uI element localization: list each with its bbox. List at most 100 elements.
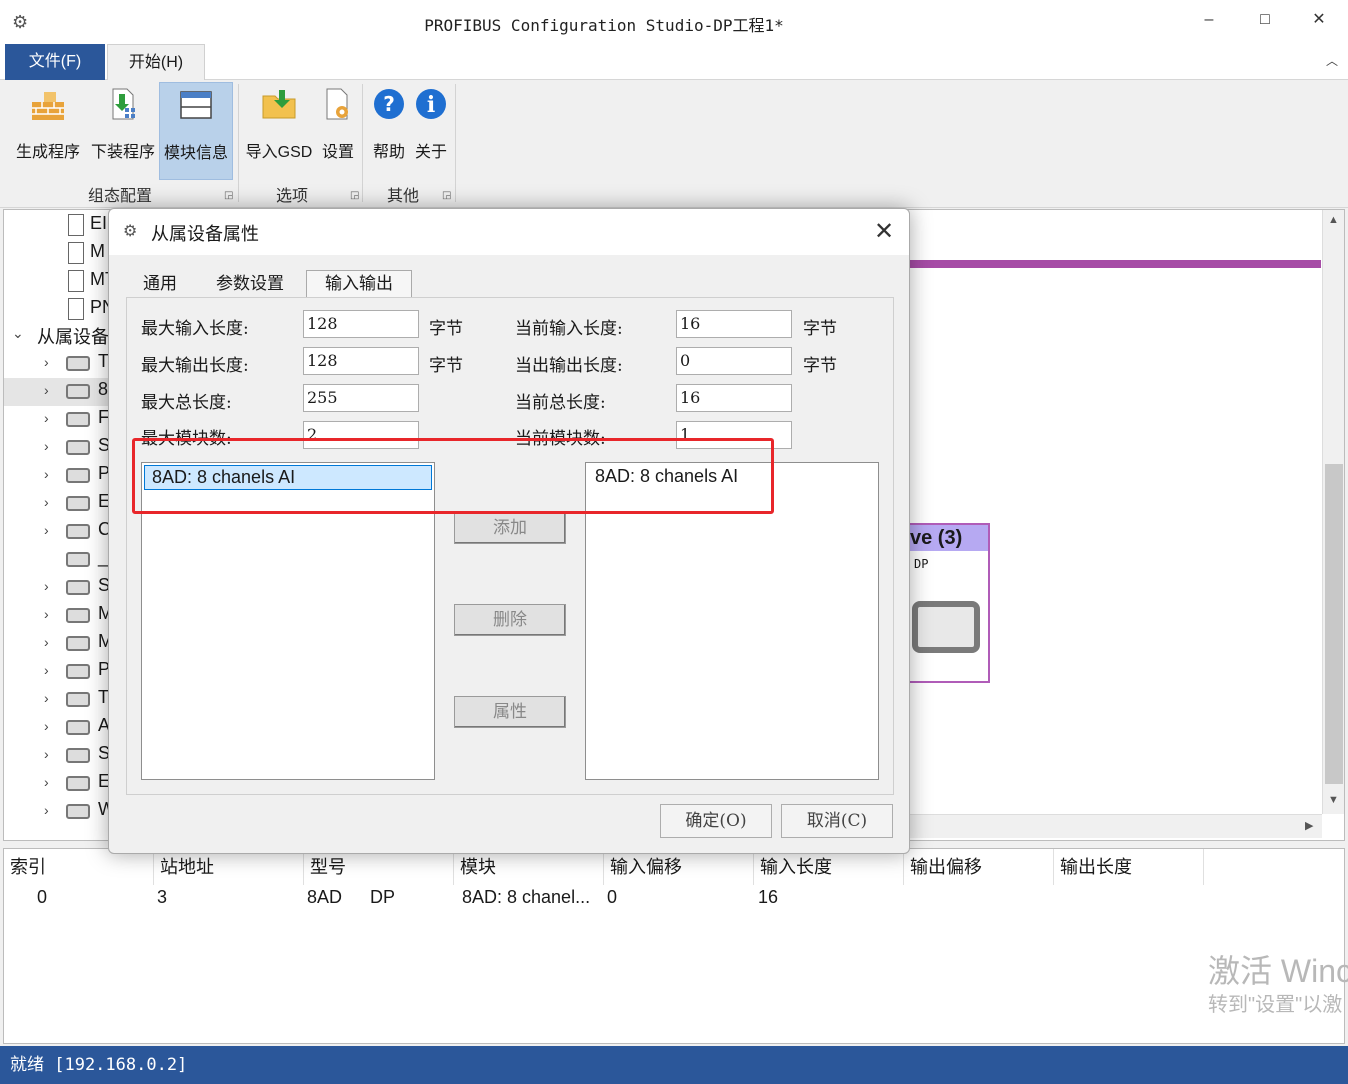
scroll-down-icon[interactable]: ▼ [1328,794,1339,806]
chevron-down-icon[interactable]: ⌄ [12,325,24,342]
settings-button[interactable]: 设置 [317,82,359,178]
tree-slave-item[interactable]: › 8 [4,378,112,406]
max-output-length-field[interactable]: 128 [303,347,419,375]
close-button[interactable]: ✕ [1296,6,1342,34]
activation-watermark: 激活 Winc [1208,953,1348,989]
max-total-length-field[interactable]: 255 [303,384,419,412]
column-header[interactable]: 输出长度 [1054,849,1204,885]
help-button[interactable]: ? 帮助 [369,82,409,178]
help-label: 帮助 [372,144,405,161]
device-icon [66,776,90,791]
generate-program-label: 生成程序 [15,144,80,161]
chevron-right-icon[interactable]: › [44,410,49,426]
slave-properties-dialog: ⚙ 从属设备属性 ✕ 通用 参数设置 输入输出 最大输入长度: 128 字节 最… [108,208,910,854]
chevron-right-icon[interactable]: › [44,494,49,510]
device-icon [66,720,90,735]
chevron-right-icon[interactable]: › [44,354,49,370]
import-gsd-button[interactable]: 导入GSD [244,82,314,178]
column-header[interactable]: 输入长度 [754,849,904,885]
current-output-length-field[interactable]: 0 [676,347,792,375]
device-icon [66,664,90,679]
column-header[interactable]: 输入偏移 [604,849,754,885]
tab-general[interactable]: 通用 [143,271,177,297]
minimize-button[interactable]: – [1186,6,1232,34]
document-icon [68,298,84,320]
folder-import-icon [262,90,296,119]
chevron-right-icon[interactable]: › [44,438,49,454]
download-program-button[interactable]: 下装程序 [88,82,158,178]
chevron-right-icon[interactable]: › [44,774,49,790]
chevron-right-icon[interactable]: › [44,690,49,706]
cell-station: 3 [157,887,168,907]
device-icon [66,412,90,427]
generate-program-button[interactable]: 生成程序 [12,82,84,178]
tab-home[interactable]: 开始(H) [107,44,205,81]
cell-in-length: 16 [758,887,779,907]
chevron-right-icon[interactable]: › [44,522,49,538]
chevron-right-icon[interactable]: › [44,606,49,622]
group-separator [455,84,456,202]
document-icon [68,242,84,264]
max-input-length-field[interactable]: 128 [303,310,419,338]
dialog-title-bar: ⚙ 从属设备属性 ✕ [109,209,909,255]
maximize-button[interactable]: □ [1242,6,1288,34]
help-icon: ? [374,89,404,119]
device-icon [66,356,90,371]
device-icon [66,552,90,567]
scrollbar-thumb[interactable] [1325,464,1343,784]
group-options-label: 选项 [275,188,308,205]
scroll-up-icon[interactable]: ▲ [1328,214,1339,226]
current-input-length-field[interactable]: 16 [676,310,792,338]
current-input-length-label: 当前输入长度: [515,319,623,339]
ribbon: 生成程序 下装程序 模块信息 导入GSD 设置 ? 帮助 i 关于 组态配置 ◲… [0,80,1348,208]
document-icon [68,270,84,292]
current-output-length-label: 当出输出长度: [515,356,623,376]
scroll-right-icon[interactable]: ▶ [1305,819,1313,832]
module-info-button[interactable]: 模块信息 [159,82,233,180]
chevron-right-icon[interactable]: › [44,578,49,594]
import-gsd-label: 导入GSD [245,144,313,161]
chevron-right-icon[interactable]: › [44,634,49,650]
chevron-right-icon[interactable]: › [44,718,49,734]
tab-file[interactable]: 文件(F) [5,44,105,80]
chevron-right-icon[interactable]: › [44,746,49,762]
column-header[interactable]: 模块 [454,849,604,885]
download-program-label: 下装程序 [90,144,155,161]
max-output-length-label: 最大输出长度: [141,356,249,376]
group-launcher-icon[interactable]: ◲ [224,190,233,201]
chevron-right-icon[interactable]: › [44,382,49,398]
delete-button[interactable]: 删除 [454,604,566,636]
about-button[interactable]: i 关于 [411,82,451,178]
tab-params[interactable]: 参数设置 [216,271,284,297]
dialog-close-icon[interactable]: ✕ [867,215,901,249]
column-header[interactable]: 索引 [4,849,154,885]
svg-text:?: ? [383,92,395,116]
properties-button[interactable]: 属性 [454,696,566,728]
group-launcher-icon[interactable]: ◲ [442,190,451,201]
device-tree: EIF M MT PN ⌄ 从属设备 ›T ›8 ›F ›S ›P ›E ›C … [4,210,112,840]
group-launcher-icon[interactable]: ◲ [350,190,359,201]
chevron-right-icon[interactable]: › [44,802,49,818]
column-header[interactable]: 站地址 [154,849,304,885]
vertical-scrollbar[interactable]: ▲ ▼ [1322,210,1344,814]
column-header[interactable]: 输出偏移 [904,849,1054,885]
device-icon [66,384,90,399]
cancel-button[interactable]: 取消(C) [781,804,893,838]
chevron-right-icon[interactable]: › [44,466,49,482]
tab-io[interactable]: 输入输出 [306,270,412,298]
column-header[interactable]: 型号 [304,849,454,885]
app-gear-icon: ⚙ [123,223,138,240]
ok-button[interactable]: 确定(O) [660,804,772,838]
status-bar: 就绪 [192.168.0.2] [0,1046,1348,1084]
device-icon [66,440,90,455]
chevron-right-icon[interactable]: › [44,662,49,678]
download-doc-icon [112,88,135,120]
current-total-length-field[interactable]: 16 [676,384,792,412]
device-icon [912,601,980,653]
highlight-annotation [132,438,774,514]
collapse-ribbon-icon[interactable]: ︿ [1326,52,1338,69]
cell-in-offset: 0 [607,887,618,907]
device-icon [66,468,90,483]
slave-device-node[interactable]: ve (3) DP [904,523,990,683]
add-button[interactable]: 添加 [454,512,566,544]
